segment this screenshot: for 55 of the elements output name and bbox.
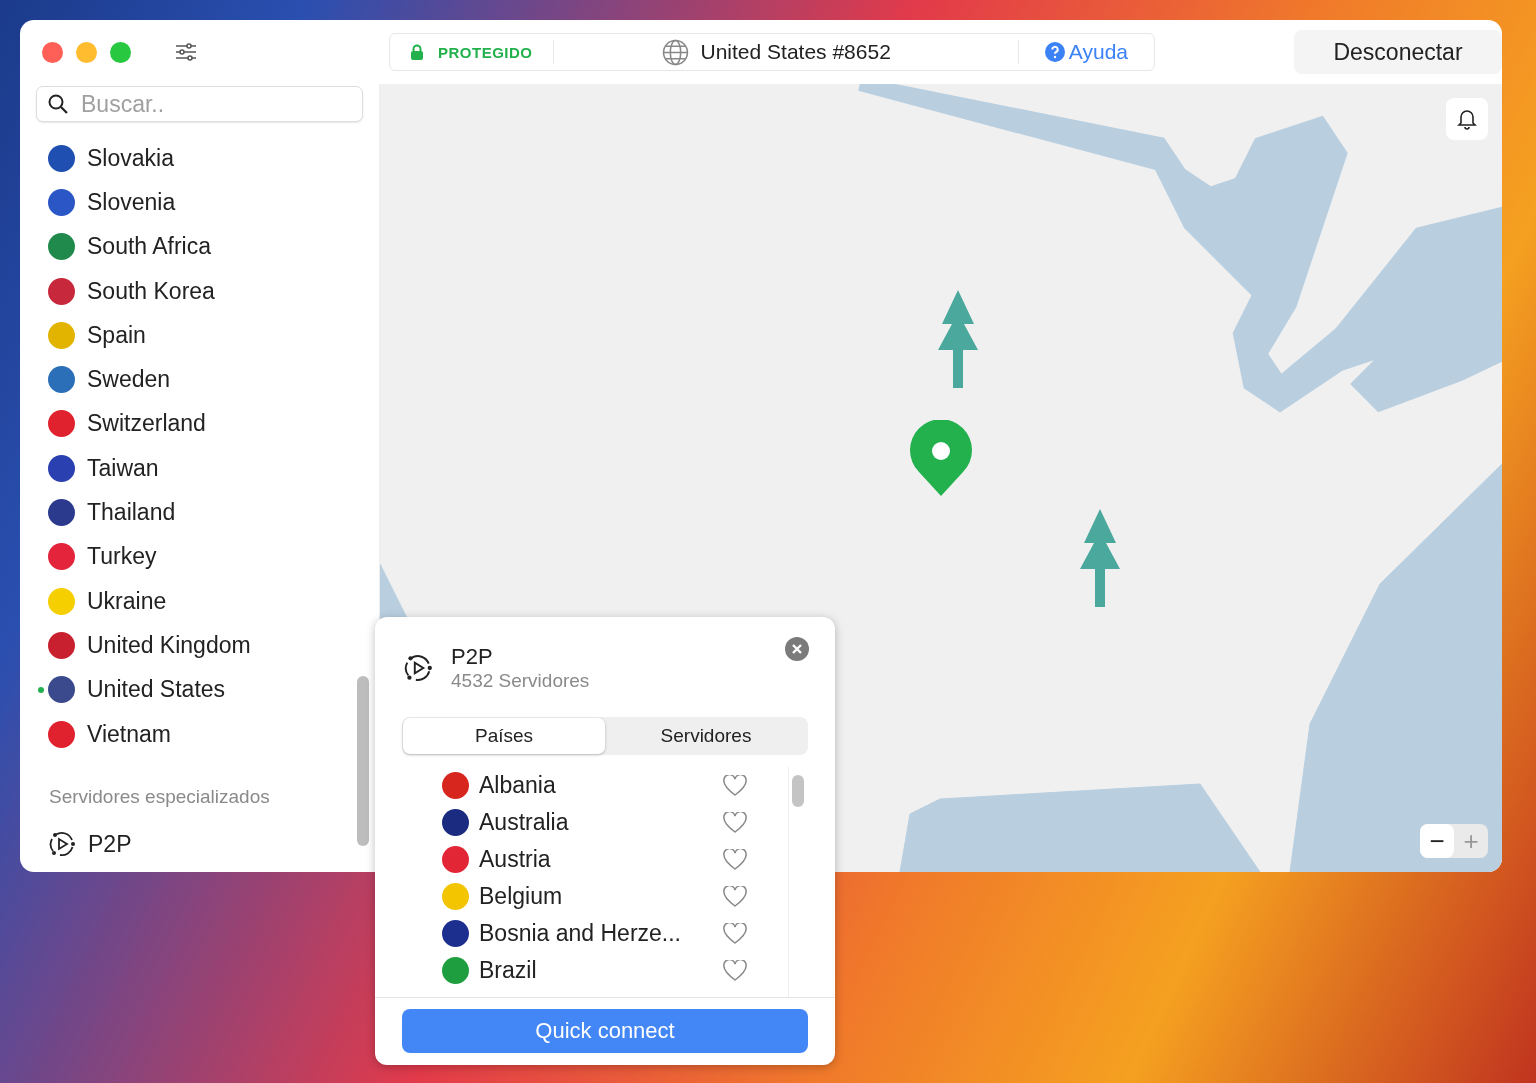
status-label: PROTEGIDO	[438, 43, 533, 61]
tree-icon	[1078, 509, 1122, 609]
scrollbar[interactable]	[788, 767, 807, 997]
heart-icon[interactable]	[723, 959, 747, 982]
country-item[interactable]: United Kingdom	[20, 623, 357, 668]
country-item[interactable]: Ukraine	[20, 578, 357, 624]
server-count: 4532 Servidores	[451, 670, 591, 692]
lock-icon	[410, 44, 424, 60]
country-item[interactable]: Taiwan	[20, 446, 357, 491]
heart-icon[interactable]	[723, 922, 747, 945]
country-item[interactable]: Austria	[442, 841, 788, 878]
server-name: United States #8652	[700, 40, 891, 64]
country-item[interactable]: Turkey	[20, 534, 357, 579]
search-field[interactable]: Buscar..	[36, 86, 363, 122]
location-pin-icon	[909, 420, 973, 496]
country-item[interactable]: South Korea	[20, 268, 357, 314]
p2p-icon	[48, 830, 76, 859]
search-icon	[48, 94, 68, 114]
help-link[interactable]: Ayuda	[1018, 40, 1154, 64]
tree-icon	[936, 290, 980, 390]
country-item[interactable]: Vietnam	[20, 711, 357, 757]
country-item[interactable]: United States	[20, 667, 357, 712]
country-item[interactable]: Bosnia and Herze...	[442, 915, 788, 952]
notifications-button[interactable]	[1446, 98, 1488, 140]
country-item[interactable]: Thailand	[20, 490, 357, 535]
specialty-server-item[interactable]: P2P	[20, 822, 357, 867]
country-item[interactable]: Sweden	[20, 357, 357, 402]
disconnect-button[interactable]: Desconectar	[1294, 30, 1502, 74]
heart-icon[interactable]	[723, 885, 747, 908]
heart-icon[interactable]	[723, 848, 747, 871]
close-window-button[interactable]	[42, 41, 63, 63]
zoom-window-button[interactable]	[110, 41, 131, 63]
close-button[interactable]	[785, 637, 809, 661]
tab[interactable]: Servidores	[605, 718, 807, 754]
tab[interactable]: Países	[403, 718, 605, 754]
country-item[interactable]: Switzerland	[20, 401, 357, 447]
country-item[interactable]: Spain	[20, 313, 357, 358]
country-item[interactable]: Australia	[442, 804, 788, 841]
country-item[interactable]: Brazil	[442, 952, 788, 989]
help-icon	[1044, 42, 1065, 62]
heart-icon[interactable]	[723, 811, 747, 834]
country-item[interactable]: Slovakia	[20, 136, 357, 181]
country-item[interactable]: South Africa	[20, 224, 357, 269]
globe-icon	[661, 38, 689, 66]
heart-icon[interactable]	[723, 774, 747, 797]
close-icon	[785, 637, 809, 661]
bell-icon	[1457, 108, 1477, 130]
country-item[interactable]: Belgium	[442, 878, 788, 915]
section-heading: Servidores especializados	[49, 786, 271, 809]
settings-icon[interactable]	[175, 43, 197, 61]
p2p-icon	[403, 653, 433, 683]
zoom-out-button[interactable]: −	[1420, 824, 1454, 858]
country-item[interactable]: Slovenia	[20, 180, 357, 225]
popover-title: P2P	[451, 644, 494, 670]
country-item[interactable]: Albania	[442, 767, 788, 804]
